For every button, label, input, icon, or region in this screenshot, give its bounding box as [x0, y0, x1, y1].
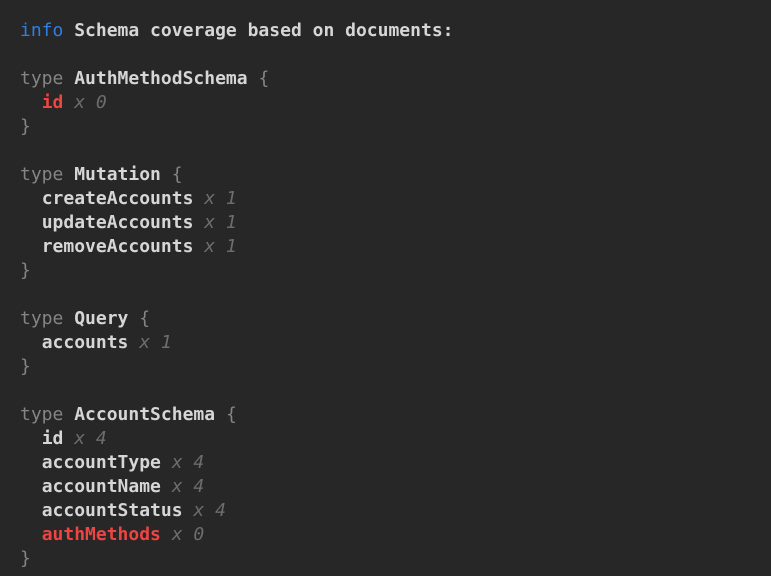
open-brace: {	[139, 308, 150, 329]
field-line: accountType x 4	[20, 451, 751, 475]
field-line: id x 0	[20, 91, 751, 115]
type-keyword: type	[20, 404, 63, 425]
field-name: accountType	[42, 452, 161, 473]
field-name: id	[42, 428, 64, 449]
type-name: AccountSchema	[74, 404, 215, 425]
type-keyword: type	[20, 164, 63, 185]
field-name: id	[42, 92, 64, 113]
type-close: }	[20, 355, 751, 379]
type-block: type Mutation { createAccounts x 1 updat…	[20, 163, 751, 283]
field-count: x 0	[74, 92, 107, 113]
type-block: type AccountSchema { id x 4 accountType …	[20, 403, 751, 571]
close-brace: }	[20, 116, 31, 137]
close-brace: }	[20, 356, 31, 377]
type-name: Mutation	[74, 164, 161, 185]
field-count: x 1	[139, 332, 172, 353]
type-name: AuthMethodSchema	[74, 68, 247, 89]
field-line: accountName x 4	[20, 475, 751, 499]
type-close: }	[20, 547, 751, 571]
field-name: accountStatus	[42, 500, 183, 521]
type-header: type AccountSchema {	[20, 403, 751, 427]
field-name: accounts	[42, 332, 129, 353]
field-count: x 1	[204, 188, 237, 209]
field-name: authMethods	[42, 524, 161, 545]
field-line: removeAccounts x 1	[20, 235, 751, 259]
field-count: x 1	[204, 236, 237, 257]
close-brace: }	[20, 260, 31, 281]
info-line: info Schema coverage based on documents:	[20, 19, 751, 43]
field-name: createAccounts	[42, 188, 194, 209]
space	[63, 20, 74, 41]
field-count: x 4	[172, 452, 205, 473]
type-block: type AuthMethodSchema { id x 0}	[20, 67, 751, 139]
type-name: Query	[74, 308, 128, 329]
field-count: x 1	[204, 212, 237, 233]
field-line: createAccounts x 1	[20, 187, 751, 211]
info-message: Schema coverage based on documents:	[74, 20, 453, 41]
info-label: info	[20, 20, 63, 41]
field-line: accountStatus x 4	[20, 499, 751, 523]
field-line: updateAccounts x 1	[20, 211, 751, 235]
type-header: type Mutation {	[20, 163, 751, 187]
field-count: x 0	[172, 524, 205, 545]
field-name: accountName	[42, 476, 161, 497]
field-name: removeAccounts	[42, 236, 194, 257]
field-line: accounts x 1	[20, 331, 751, 355]
field-count: x 4	[172, 476, 205, 497]
field-count: x 4	[74, 428, 107, 449]
open-brace: {	[226, 404, 237, 425]
type-block: type Query { accounts x 1}	[20, 307, 751, 379]
type-keyword: type	[20, 68, 63, 89]
open-brace: {	[172, 164, 183, 185]
type-blocks: type AuthMethodSchema { id x 0}type Muta…	[20, 67, 751, 571]
open-brace: {	[258, 68, 269, 89]
field-name: updateAccounts	[42, 212, 194, 233]
type-header: type AuthMethodSchema {	[20, 67, 751, 91]
field-line: authMethods x 0	[20, 523, 751, 547]
type-close: }	[20, 259, 751, 283]
field-count: x 4	[193, 500, 226, 521]
terminal-output: info Schema coverage based on documents:…	[0, 0, 771, 576]
field-line: id x 4	[20, 427, 751, 451]
close-brace: }	[20, 548, 31, 569]
type-keyword: type	[20, 308, 63, 329]
type-close: }	[20, 115, 751, 139]
type-header: type Query {	[20, 307, 751, 331]
